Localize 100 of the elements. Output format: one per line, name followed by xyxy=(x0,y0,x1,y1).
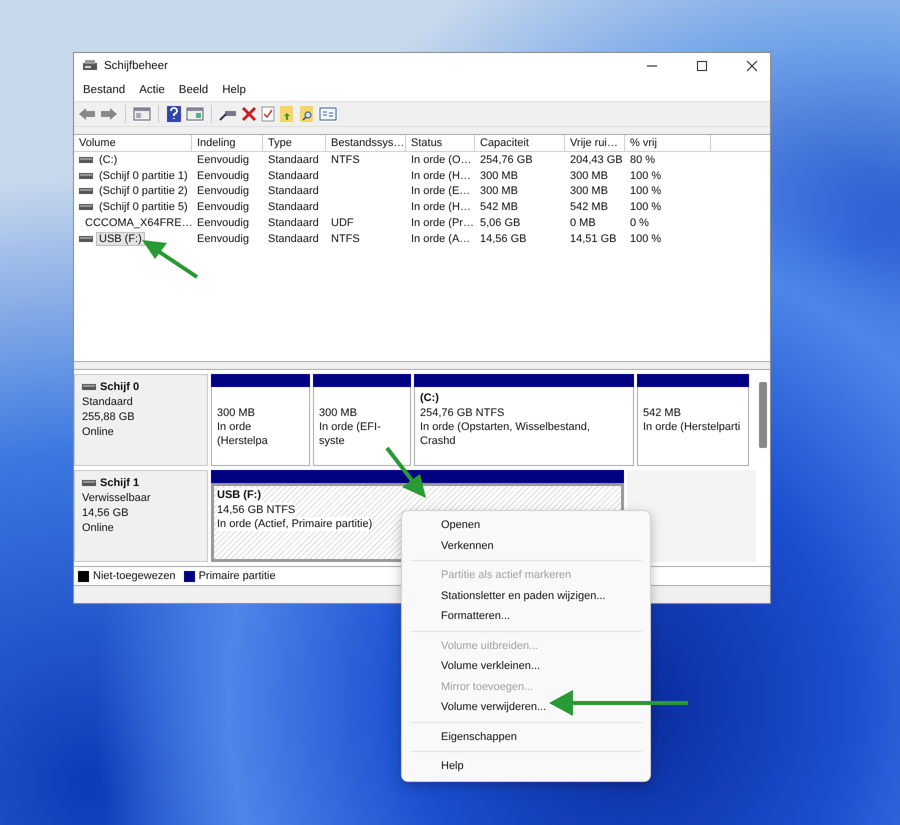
legend-label: Primaire partitie xyxy=(198,570,276,582)
context-menu-item[interactable]: Stationsletter en paden wijzigen... xyxy=(406,586,646,606)
table-cell: In orde (O… xyxy=(411,154,472,166)
table-cell: Standaard xyxy=(268,154,319,166)
menu-item[interactable]: Help xyxy=(215,82,253,98)
table-cell[interactable]: CCCOMA_X64FRE… xyxy=(82,216,192,230)
context-menu-item[interactable]: Help xyxy=(406,756,646,776)
arrow xyxy=(142,240,198,279)
table-cell[interactable]: (Schijf 0 partitie 2) xyxy=(96,184,191,198)
back-arrow-icon[interactable] xyxy=(78,106,96,122)
disk-name: Schijf 0 xyxy=(100,380,140,394)
partition-status: In orde (Opstarten, Wisselbestand, Crashd xyxy=(420,420,591,448)
column-header[interactable]: % vrij xyxy=(625,135,711,151)
table-cell: In orde (H… xyxy=(411,170,471,182)
table-cell: 542 MB xyxy=(480,201,518,214)
column-header[interactable]: Bestandssys… xyxy=(326,135,406,151)
table-cell: 300 MB xyxy=(570,170,608,182)
context-menu-item[interactable]: Volume verkleinen... xyxy=(406,656,646,676)
table-cell[interactable]: (C:) xyxy=(96,152,120,167)
column-header[interactable]: Indeling xyxy=(192,135,263,151)
table-cell: Eenvoudig xyxy=(197,201,249,214)
context-menu-item[interactable]: Volume verwijderen... xyxy=(406,697,646,718)
drive-icon xyxy=(79,172,93,180)
table-cell: In orde (A… xyxy=(411,232,470,245)
table-cell: 300 MB xyxy=(570,185,608,198)
disk-type: Standaard xyxy=(82,395,134,409)
table-cell: 204,43 GB xyxy=(570,154,623,166)
table-cell: In orde (E… xyxy=(411,185,470,198)
partition-size: 14,56 GB NTFS xyxy=(217,503,296,517)
table-cell: 300 MB xyxy=(480,185,518,198)
legend-label: Niet-toegewezen xyxy=(93,570,176,582)
properties-window-icon[interactable] xyxy=(319,106,337,122)
partition-status: In orde (Actief, Primaire partitie) xyxy=(217,517,372,531)
table-cell: 100 % xyxy=(630,201,662,214)
table-cell: UDF xyxy=(331,217,354,230)
table-cell: 14,51 GB xyxy=(570,232,616,245)
console-panel-icon[interactable] xyxy=(133,106,151,122)
table-cell[interactable]: (Schijf 0 partitie 1) xyxy=(96,168,191,183)
disk-info-panel[interactable]: Schijf 0 Standaard 255,88 GB Online xyxy=(74,374,208,466)
table-cell: Standaard xyxy=(268,232,319,245)
disk-size: 255,88 GB xyxy=(82,410,136,424)
column-header[interactable]: Status xyxy=(406,135,475,151)
menu-item[interactable]: Bestand xyxy=(76,82,132,98)
maximize-icon[interactable] xyxy=(696,60,708,72)
column-header[interactable]: Capaciteit xyxy=(475,135,565,151)
table-cell: NTFS xyxy=(331,154,360,166)
partition-size: 300 MB xyxy=(217,406,256,420)
partition-status: In orde (Herstelpa xyxy=(217,420,269,448)
help-icon[interactable] xyxy=(166,105,182,123)
table-cell: 0 MB xyxy=(570,217,596,230)
delete-icon[interactable] xyxy=(241,106,257,122)
table-cell: Standaard xyxy=(268,217,319,230)
close-icon[interactable] xyxy=(746,60,758,72)
drive-icon xyxy=(79,187,93,196)
window-title: Schijfbeheer xyxy=(104,60,168,72)
table-cell: In orde (H… xyxy=(411,201,471,214)
table-cell[interactable]: (Schijf 0 partitie 5) xyxy=(96,200,191,214)
table-cell: 5,06 GB xyxy=(480,217,520,230)
context-menu-item[interactable]: Eigenschappen xyxy=(406,726,646,747)
table-cell: 80 % xyxy=(630,154,656,166)
table-cell: Eenvoudig xyxy=(197,217,249,230)
column-header[interactable]: Volume xyxy=(74,135,192,151)
context-menu-item[interactable]: Verkennen xyxy=(406,536,646,556)
partition-label: (C:) xyxy=(420,391,440,406)
arrow xyxy=(385,446,426,498)
disk-name: Schijf 1 xyxy=(100,476,140,490)
table-cell: Standaard xyxy=(268,201,319,214)
partition-size: 300 MB xyxy=(319,406,358,420)
folder-search-icon[interactable] xyxy=(299,105,315,123)
disk-drive-icon xyxy=(82,59,98,73)
table-cell: 542 MB xyxy=(570,201,608,214)
table-cell: 100 % xyxy=(630,170,662,182)
column-header[interactable]: Type xyxy=(263,135,326,151)
console-panel-icon[interactable] xyxy=(186,106,204,122)
drive-icon xyxy=(82,479,96,487)
partition-label: USB (F:) xyxy=(217,488,261,503)
column-header[interactable]: Vrije rui… xyxy=(565,135,625,151)
table-cell: NTFS xyxy=(331,232,360,245)
partition-size: 542 MB xyxy=(643,406,682,420)
checklist-icon[interactable] xyxy=(261,106,275,122)
disk-size: 14,56 GB xyxy=(82,506,130,520)
folder-up-icon[interactable] xyxy=(279,105,295,123)
forward-arrow-icon[interactable] xyxy=(100,106,118,122)
context-menu-item[interactable]: Formatteren... xyxy=(406,606,646,626)
table-cell: 100 % xyxy=(630,232,662,245)
disk-info-panel[interactable]: Schijf 1 Verwisselbaar 14,56 GB Online xyxy=(74,470,208,562)
table-cell: 300 MB xyxy=(480,170,518,182)
menu-item[interactable]: Beeld xyxy=(172,82,216,98)
table-cell: 14,56 GB xyxy=(480,232,526,245)
context-menu-item[interactable]: Openen xyxy=(406,515,646,536)
disk-state: Online xyxy=(82,425,115,439)
table-cell[interactable]: USB (F:) xyxy=(96,232,145,246)
scrollbar-thumb[interactable] xyxy=(759,382,767,448)
table-cell: Eenvoudig xyxy=(197,154,249,166)
table-cell: Standaard xyxy=(268,185,319,198)
table-cell: Eenvoudig xyxy=(197,170,249,182)
menu-item[interactable]: Actie xyxy=(132,82,172,98)
table-cell: Eenvoudig xyxy=(197,185,249,198)
partition-status: In orde (Herstelparti xyxy=(643,420,742,434)
partition-size: 254,76 GB NTFS xyxy=(420,406,506,420)
